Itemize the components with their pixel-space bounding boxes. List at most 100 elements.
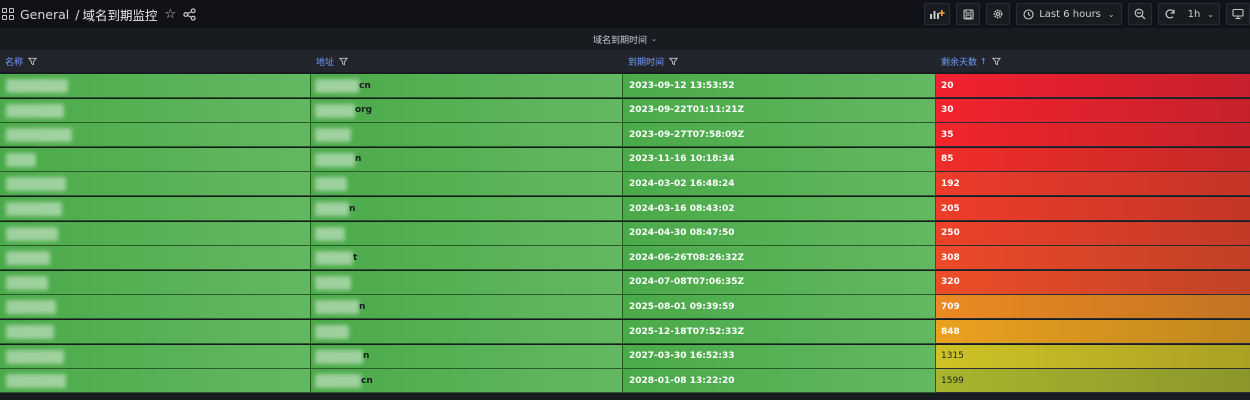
dashboards-grid-icon[interactable] (2, 8, 14, 20)
name-cell (0, 246, 311, 271)
address-suffix: cn (361, 375, 373, 386)
sort-ascending-icon: ↑ (980, 56, 987, 66)
redacted-name (6, 226, 58, 241)
address-suffix: n (359, 301, 366, 312)
name-cell (0, 98, 311, 123)
name-cell (0, 221, 311, 246)
address-cell: n (311, 147, 623, 172)
address-cell (311, 172, 623, 197)
address-cell: org (311, 98, 623, 123)
share-icon[interactable] (183, 7, 196, 21)
redacted-name (6, 325, 54, 339)
refresh-interval-label: 1h (1187, 8, 1201, 20)
expiry-cell: 2024-03-02 16:48:24 (623, 172, 936, 197)
panel-header[interactable]: 域名到期时间 ⌄ (0, 28, 1250, 50)
redacted-name (6, 177, 66, 192)
expiry-cell: 2024-03-16 08:43:02 (623, 197, 936, 221)
redacted-name (6, 79, 68, 93)
gear-icon (993, 9, 1003, 19)
breadcrumb-folder[interactable]: General (20, 7, 69, 22)
filter-icon[interactable] (991, 57, 1001, 66)
table-row: 2024-04-30 08:47:50 250 (0, 221, 1250, 246)
column-header-address[interactable]: 地址 (311, 50, 623, 72)
redacted-name (6, 128, 72, 143)
table-row: cn 2028-01-08 13:22:20 1599 (0, 369, 1250, 394)
time-range-label: Last 6 hours (1039, 8, 1101, 20)
column-header-days-left[interactable]: 剩余天数 ↑ (936, 50, 1250, 72)
expiry-cell: 2025-12-18T07:52:33Z (623, 320, 936, 344)
address-suffix: n (355, 154, 362, 165)
save-dashboard-button[interactable] (956, 3, 981, 25)
star-icon[interactable]: ☆ (165, 8, 177, 21)
days-left-cell: 20 (936, 74, 1250, 98)
redacted-name (6, 103, 64, 118)
view-mode-button[interactable] (1226, 3, 1250, 25)
expiry-cell: 2027-03-30 16:52:33 (623, 344, 936, 369)
column-label: 剩余天数 (941, 57, 978, 68)
days-left-cell: 205 (936, 197, 1250, 221)
top-navbar: General / 域名到期监控 ☆ Last 6 hours ⌄ 1h ⌄ (0, 0, 1250, 28)
clock-icon (1023, 8, 1034, 20)
days-left-cell: 1315 (936, 344, 1250, 369)
table-body: cn 2023-09-12 13:53:52 20 org 2023-09-22T01:… (0, 74, 1250, 400)
column-header-name[interactable]: 名称 (0, 50, 311, 72)
table-row: org 2023-09-22T01:11:21Z 30 (0, 98, 1250, 123)
days-left-cell: 848 (936, 320, 1250, 344)
redacted-address (315, 152, 355, 167)
expiry-cell: 2025-08-01 09:39:59 (623, 295, 936, 320)
name-cell (0, 74, 311, 98)
expiry-cell: 2024-04-30 08:47:50 (623, 221, 936, 246)
address-suffix: n (349, 203, 356, 214)
address-cell (311, 123, 623, 148)
filter-icon[interactable] (28, 57, 38, 66)
chevron-down-icon: ⌄ (651, 35, 657, 43)
redacted-address (315, 79, 359, 93)
expiry-cell: 2024-07-08T07:06:35Z (623, 270, 936, 295)
column-label: 到期时间 (628, 57, 665, 68)
panel-title: 域名到期时间 (593, 35, 648, 46)
settings-button[interactable] (986, 3, 1011, 25)
column-label: 地址 (316, 57, 335, 68)
dashboard-title[interactable]: 域名到期监控 (82, 5, 157, 24)
name-cell (0, 369, 311, 394)
redacted-address (315, 300, 359, 315)
name-cell (0, 270, 311, 295)
breadcrumb-separator: / (75, 6, 80, 22)
days-left-cell: 85 (936, 147, 1250, 172)
redacted-name (6, 275, 48, 290)
days-left-cell: 250 (936, 221, 1250, 246)
filter-icon[interactable] (669, 57, 679, 66)
table-row: cn 2023-09-12 13:53:52 20 (0, 74, 1250, 98)
redacted-name (6, 374, 66, 389)
chevron-down-icon: ⌄ (1107, 9, 1115, 19)
days-left-cell: 35 (936, 123, 1250, 148)
address-suffix: n (363, 351, 370, 362)
add-panel-icon (930, 10, 945, 19)
name-cell (0, 123, 311, 148)
table-row: 2024-03-02 16:48:24 192 (0, 172, 1250, 197)
redacted-address (315, 103, 355, 118)
address-cell: cn (311, 74, 623, 98)
address-suffix: t (353, 252, 358, 263)
table-row: n 2025-08-01 09:39:59 709 (0, 295, 1250, 320)
redacted-address (315, 325, 349, 339)
name-cell (0, 172, 311, 197)
zoom-out-button[interactable] (1127, 3, 1152, 25)
time-range-picker[interactable]: Last 6 hours ⌄ (1016, 3, 1122, 25)
address-cell: t (311, 246, 623, 271)
expiry-cell: 2023-09-12 13:53:52 (623, 74, 936, 98)
address-cell (311, 221, 623, 246)
redacted-address (315, 128, 351, 143)
column-header-expiry[interactable]: 到期时间 (623, 50, 936, 72)
refresh-button[interactable]: 1h ⌄ (1157, 3, 1220, 25)
address-suffix: org (355, 105, 373, 116)
add-panel-button[interactable] (924, 3, 951, 25)
name-cell (0, 320, 311, 344)
table-row: n 2024-03-16 08:43:02 205 (0, 197, 1250, 221)
redacted-address (315, 202, 349, 216)
filter-icon[interactable] (339, 57, 349, 66)
zoom-out-icon (1134, 8, 1146, 20)
name-cell (0, 295, 311, 320)
save-icon (963, 8, 974, 20)
days-left-cell: 709 (936, 295, 1250, 320)
